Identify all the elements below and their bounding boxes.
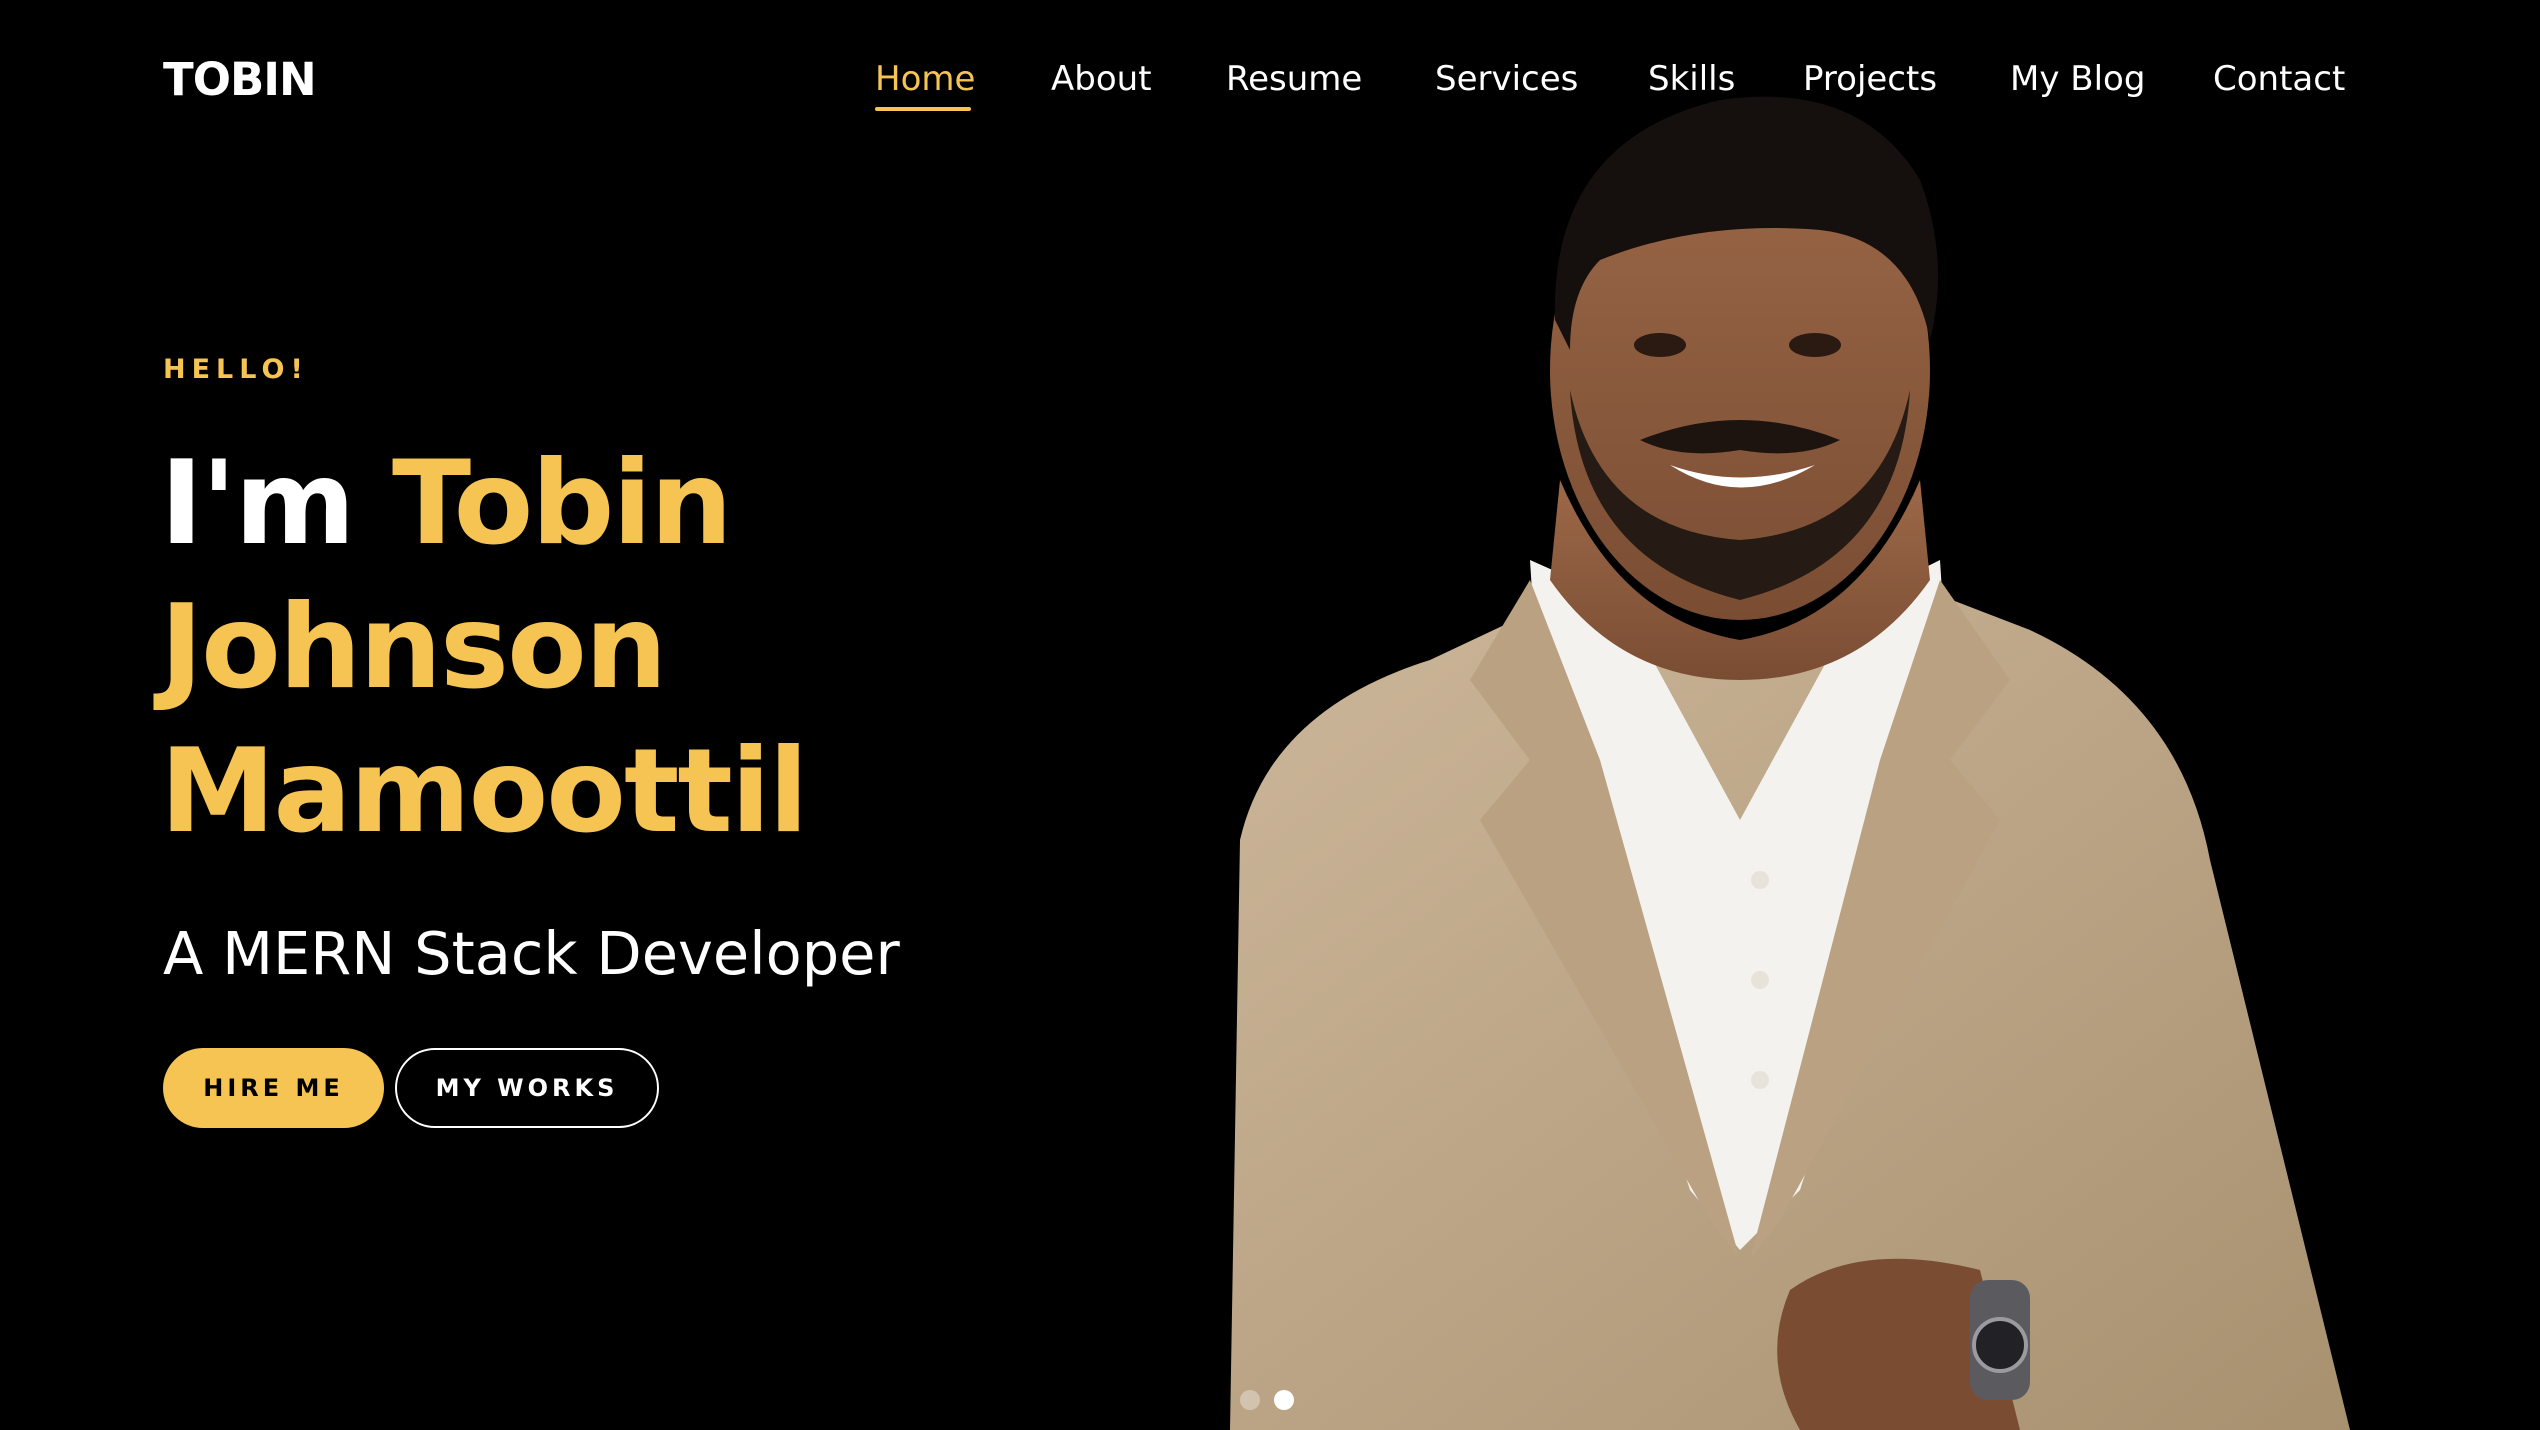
hero-headline: I'm Tobin Johnson Mamoottil	[160, 432, 1060, 864]
carousel-dots	[1240, 1390, 1294, 1410]
nav-home[interactable]: Home	[875, 52, 975, 107]
nav-active-indicator	[875, 107, 971, 111]
carousel-dot-2[interactable]	[1274, 1390, 1294, 1410]
name-middle: Johnson	[160, 580, 667, 715]
headline-prefix: I'm	[160, 436, 356, 571]
greeting-label: HELLO!	[163, 354, 309, 385]
name-last: Mamoottil	[160, 724, 808, 859]
carousel-dot-1[interactable]	[1240, 1390, 1260, 1410]
hero-page: TOBIN Home About Resume Services Skills …	[0, 0, 2540, 1430]
my-works-button[interactable]: MY WORKS	[395, 1048, 659, 1128]
name-first: Tobin	[391, 436, 733, 571]
role-subtitle: A MERN Stack Developer	[163, 919, 900, 988]
hire-me-button[interactable]: HIRE ME	[163, 1048, 384, 1128]
portrait-photo	[1230, 96, 2350, 1430]
